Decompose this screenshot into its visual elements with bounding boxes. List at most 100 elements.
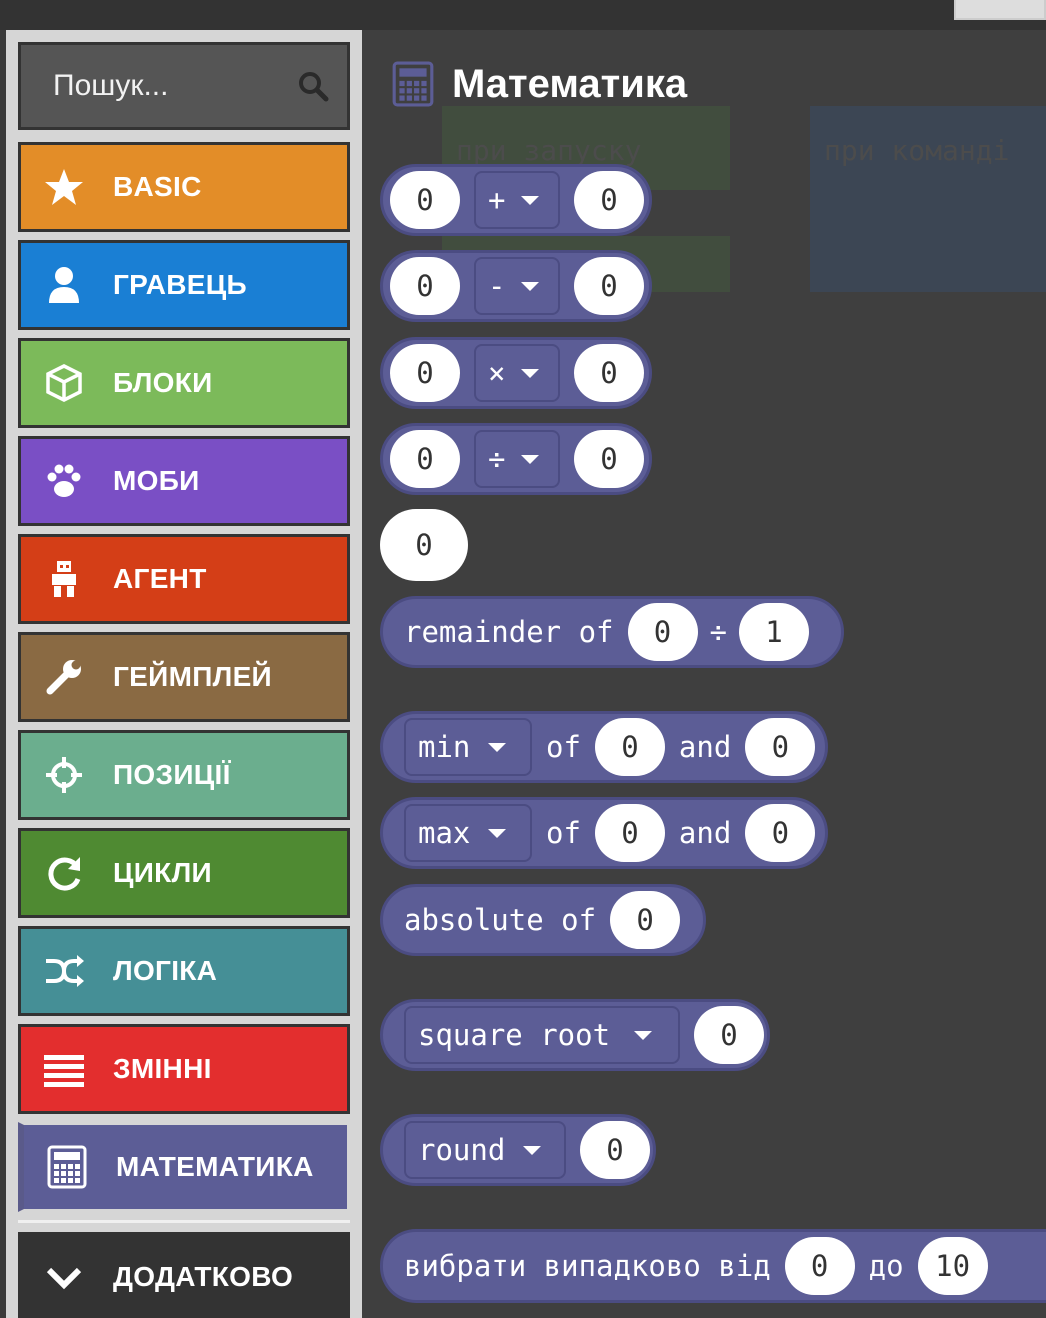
category-math[interactable]: МАТЕМАТИКА [18,1122,350,1212]
block-label: absolute of [404,903,597,937]
operator-dropdown[interactable]: ÷ [474,430,560,488]
category-advanced[interactable]: ДОДАТКОВО [18,1232,350,1318]
function-dropdown[interactable]: square root [404,1006,680,1064]
wrench-icon [41,654,87,700]
number-input[interactable]: 0 [594,718,665,776]
number-input[interactable]: 0 [390,430,460,488]
operator-dropdown[interactable]: + [474,171,560,229]
absolute-block[interactable]: absolute of 0 [380,884,706,956]
category-separator [18,1220,350,1223]
block-label: remainder of [404,615,614,649]
top-bar [0,0,1046,30]
and-label: and [678,816,732,850]
function-dropdown[interactable]: min [404,718,532,776]
agent-icon [41,556,87,602]
number-input[interactable]: 0 [580,1121,650,1179]
search-box[interactable]: Пошук... [18,42,350,130]
category-logic[interactable]: ЛОГІКА [18,926,350,1016]
flyout-header: Математика [392,58,687,110]
dropdown-arrow-icon [488,742,507,752]
cube-icon [41,360,87,406]
dropdown-arrow-icon [521,368,540,378]
remainder-block[interactable]: remainder of 0 ÷ 1 [380,596,844,668]
max-block[interactable]: max of 0 and 0 [380,797,828,869]
number-block[interactable]: 0 [380,509,468,581]
category-positions[interactable]: ПОЗИЦІЇ [18,730,350,820]
math-multiply-block[interactable]: 0 × 0 [380,337,652,409]
min-block[interactable]: min of 0 and 0 [380,711,828,783]
math-add-block[interactable]: 0 + 0 [380,164,652,236]
number-input[interactable]: 0 [574,430,644,488]
round-block[interactable]: round 0 [380,1114,656,1186]
paw-icon [41,458,87,504]
top-corner-button[interactable] [954,0,1046,20]
search-icon[interactable] [297,70,329,102]
number-input[interactable]: 0 [610,891,681,949]
category-gameplay[interactable]: ГЕЙМПЛЕЙ [18,632,350,722]
category-loops[interactable]: ЦИКЛИ [18,828,350,918]
number-input[interactable]: 1 [738,603,809,661]
category-label: ПОЗИЦІЇ [113,759,231,790]
number-input[interactable]: 0 [574,257,644,315]
function-dropdown[interactable]: round [404,1121,566,1179]
dropdown-arrow-icon [521,195,540,205]
category-label: ЦИКЛИ [113,857,212,888]
category-label: BASIC [113,171,202,202]
category-player[interactable]: ГРАВЕЦЬ [18,240,350,330]
number-input[interactable]: 0 [594,804,665,862]
number-input[interactable]: 0 [745,804,816,862]
random-block[interactable]: вибрати випадково від 0 до 10 [380,1229,1046,1303]
category-label: ДОДАТКОВО [113,1260,294,1292]
number-input[interactable]: 10 [917,1237,988,1295]
function-label: round [418,1133,506,1167]
function-label: min [418,730,471,764]
category-label: ГЕЙМПЛЕЙ [113,661,272,692]
number-input[interactable]: 0 [784,1237,855,1295]
square-root-block[interactable]: square root 0 [380,999,770,1071]
category-label: АГЕНТ [113,563,207,594]
ghost-on-start-label: при запуску [456,134,642,167]
number-input[interactable]: 0 [627,603,698,661]
category-basic[interactable]: BASIC [18,142,350,232]
category-blocks[interactable]: БЛОКИ [18,338,350,428]
category-agent[interactable]: АГЕНТ [18,534,350,624]
number-input[interactable]: 0 [745,718,816,776]
category-label: ГРАВЕЦЬ [113,269,247,300]
shuffle-icon [41,948,87,994]
crosshair-icon [41,752,87,798]
operator-label: × [488,356,506,390]
divide-label: ÷ [709,615,727,649]
number-input[interactable]: 0 [694,1006,764,1064]
operator-label: + [488,183,506,217]
category-label: МАТЕМАТИКА [116,1151,314,1182]
flyout-title: Математика [452,61,688,106]
dropdown-arrow-icon [523,1145,542,1155]
to-label: до [868,1249,904,1283]
operator-dropdown[interactable]: × [474,344,560,402]
of-label: of [546,816,581,850]
operator-label: - [488,269,506,303]
operator-dropdown[interactable]: - [474,257,560,315]
number-input[interactable]: 0 [390,344,460,402]
block-label: вибрати випадково від [404,1249,771,1283]
search-input[interactable]: Пошук... [53,69,297,103]
number-input[interactable]: 0 [390,171,460,229]
function-label: square root [418,1018,611,1052]
category-label: БЛОКИ [113,367,213,398]
number-input[interactable]: 0 [574,344,644,402]
math-subtract-block[interactable]: 0 - 0 [380,250,652,322]
calculator-icon [392,61,434,107]
of-label: of [546,730,581,764]
math-divide-block[interactable]: 0 ÷ 0 [380,423,652,495]
number-input[interactable]: 0 [574,171,644,229]
dropdown-arrow-icon [488,828,507,838]
category-variables[interactable]: ЗМІННІ [18,1024,350,1114]
and-label: and [678,730,732,764]
category-label: МОБИ [113,465,200,496]
category-label: ЗМІННІ [113,1053,212,1084]
dropdown-arrow-icon [521,281,540,291]
function-dropdown[interactable]: max [404,804,532,862]
dropdown-arrow-icon [521,454,540,464]
category-mobs[interactable]: МОБИ [18,436,350,526]
number-input[interactable]: 0 [390,257,460,315]
